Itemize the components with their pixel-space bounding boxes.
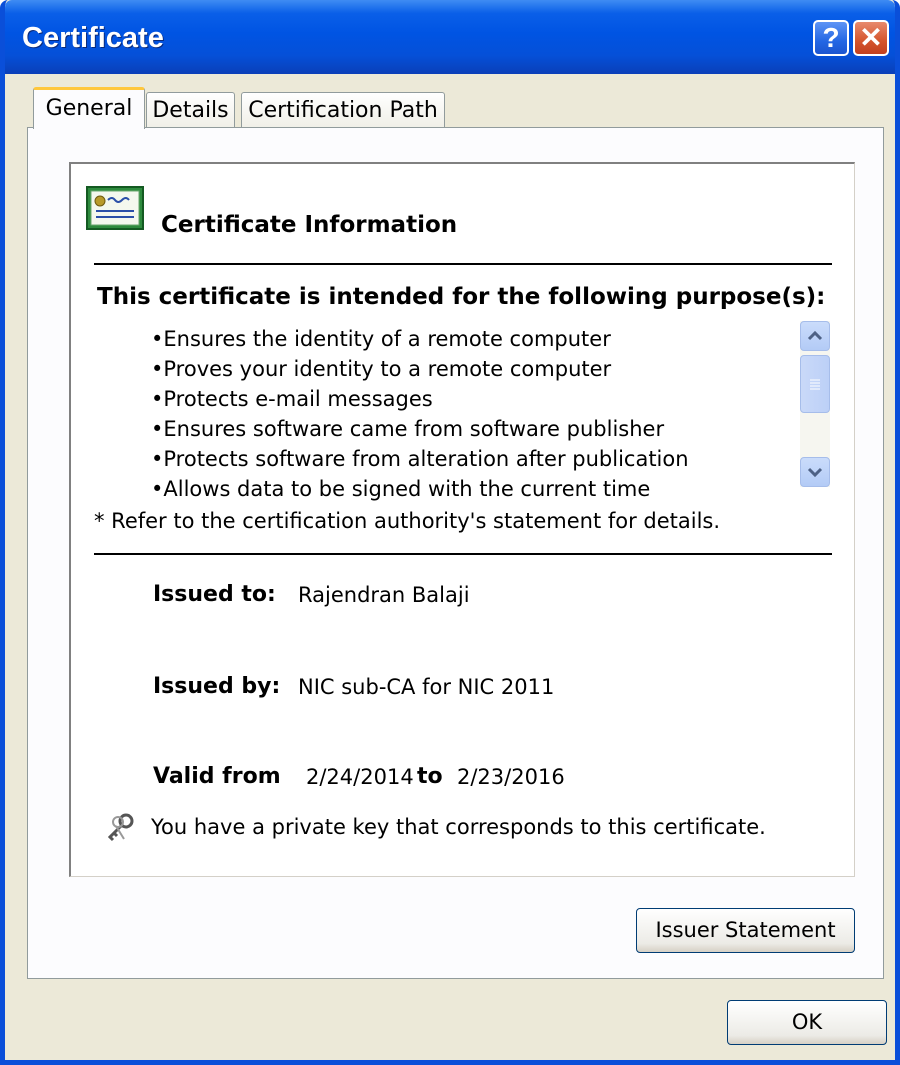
tab-general[interactable]: General bbox=[33, 87, 145, 129]
issued-to-value: Rajendran Balaji bbox=[298, 583, 470, 607]
help-icon: ? bbox=[822, 22, 840, 53]
list-item: •Ensures software came from software pub… bbox=[151, 417, 665, 441]
general-tab-panel: Certificate Information This certificate… bbox=[27, 127, 884, 979]
list-item: •Ensures the identity of a remote comput… bbox=[151, 327, 611, 351]
certificate-info-box: Certificate Information This certificate… bbox=[69, 162, 855, 877]
issued-by-label: Issued by: bbox=[153, 674, 281, 699]
issuer-statement-button[interactable]: Issuer Statement bbox=[636, 908, 855, 953]
window-title: Certificate bbox=[22, 22, 164, 54]
divider bbox=[94, 553, 832, 555]
issued-by-value: NIC sub-CA for NIC 2011 bbox=[298, 675, 555, 699]
help-button[interactable]: ? bbox=[813, 20, 849, 56]
private-key-note: You have a private key that corresponds … bbox=[151, 815, 766, 839]
tab-certification-path[interactable]: Certification Path bbox=[241, 92, 445, 128]
divider bbox=[94, 263, 832, 265]
tab-general-label: General bbox=[45, 96, 133, 121]
chevron-up-icon bbox=[807, 330, 823, 341]
scroll-thumb[interactable] bbox=[800, 355, 830, 413]
ok-button[interactable]: OK bbox=[727, 1000, 887, 1045]
close-icon: ✕ bbox=[859, 22, 883, 53]
title-bar[interactable]: Certificate ? ✕ bbox=[5, 0, 895, 74]
list-item: •Proves your identity to a remote comput… bbox=[151, 357, 612, 381]
valid-from-value: 2/24/2014 bbox=[306, 765, 414, 789]
valid-to-value: 2/23/2016 bbox=[457, 765, 565, 789]
purpose-list: •Ensures the identity of a remote comput… bbox=[151, 324, 689, 504]
valid-from-label: Valid from bbox=[153, 764, 281, 789]
purpose-heading: This certificate is intended for the fol… bbox=[97, 284, 826, 310]
tab-details[interactable]: Details bbox=[146, 92, 235, 128]
certificate-dialog: Certificate ? ✕ General Details Certific… bbox=[0, 0, 900, 1065]
scroll-down-button[interactable] bbox=[800, 457, 830, 487]
purpose-scrollbar[interactable] bbox=[800, 321, 830, 487]
authority-footnote: * Refer to the certification authority's… bbox=[94, 509, 721, 533]
list-item: •Protects e-mail messages bbox=[151, 387, 433, 411]
certificate-icon bbox=[86, 186, 144, 230]
list-item: •Protects software from alteration after… bbox=[151, 447, 689, 471]
issued-to-label: Issued to: bbox=[153, 582, 276, 607]
close-button[interactable]: ✕ bbox=[853, 20, 889, 56]
scroll-up-button[interactable] bbox=[800, 321, 830, 351]
list-item: •Allows data to be signed with the curre… bbox=[151, 477, 651, 501]
info-title: Certificate Information bbox=[161, 212, 458, 238]
tab-certification-path-label: Certification Path bbox=[248, 98, 438, 123]
valid-to-label: to bbox=[417, 764, 443, 789]
chevron-down-icon bbox=[807, 467, 823, 478]
tab-details-label: Details bbox=[152, 98, 229, 123]
grip-icon bbox=[810, 379, 820, 390]
key-icon bbox=[107, 813, 134, 842]
